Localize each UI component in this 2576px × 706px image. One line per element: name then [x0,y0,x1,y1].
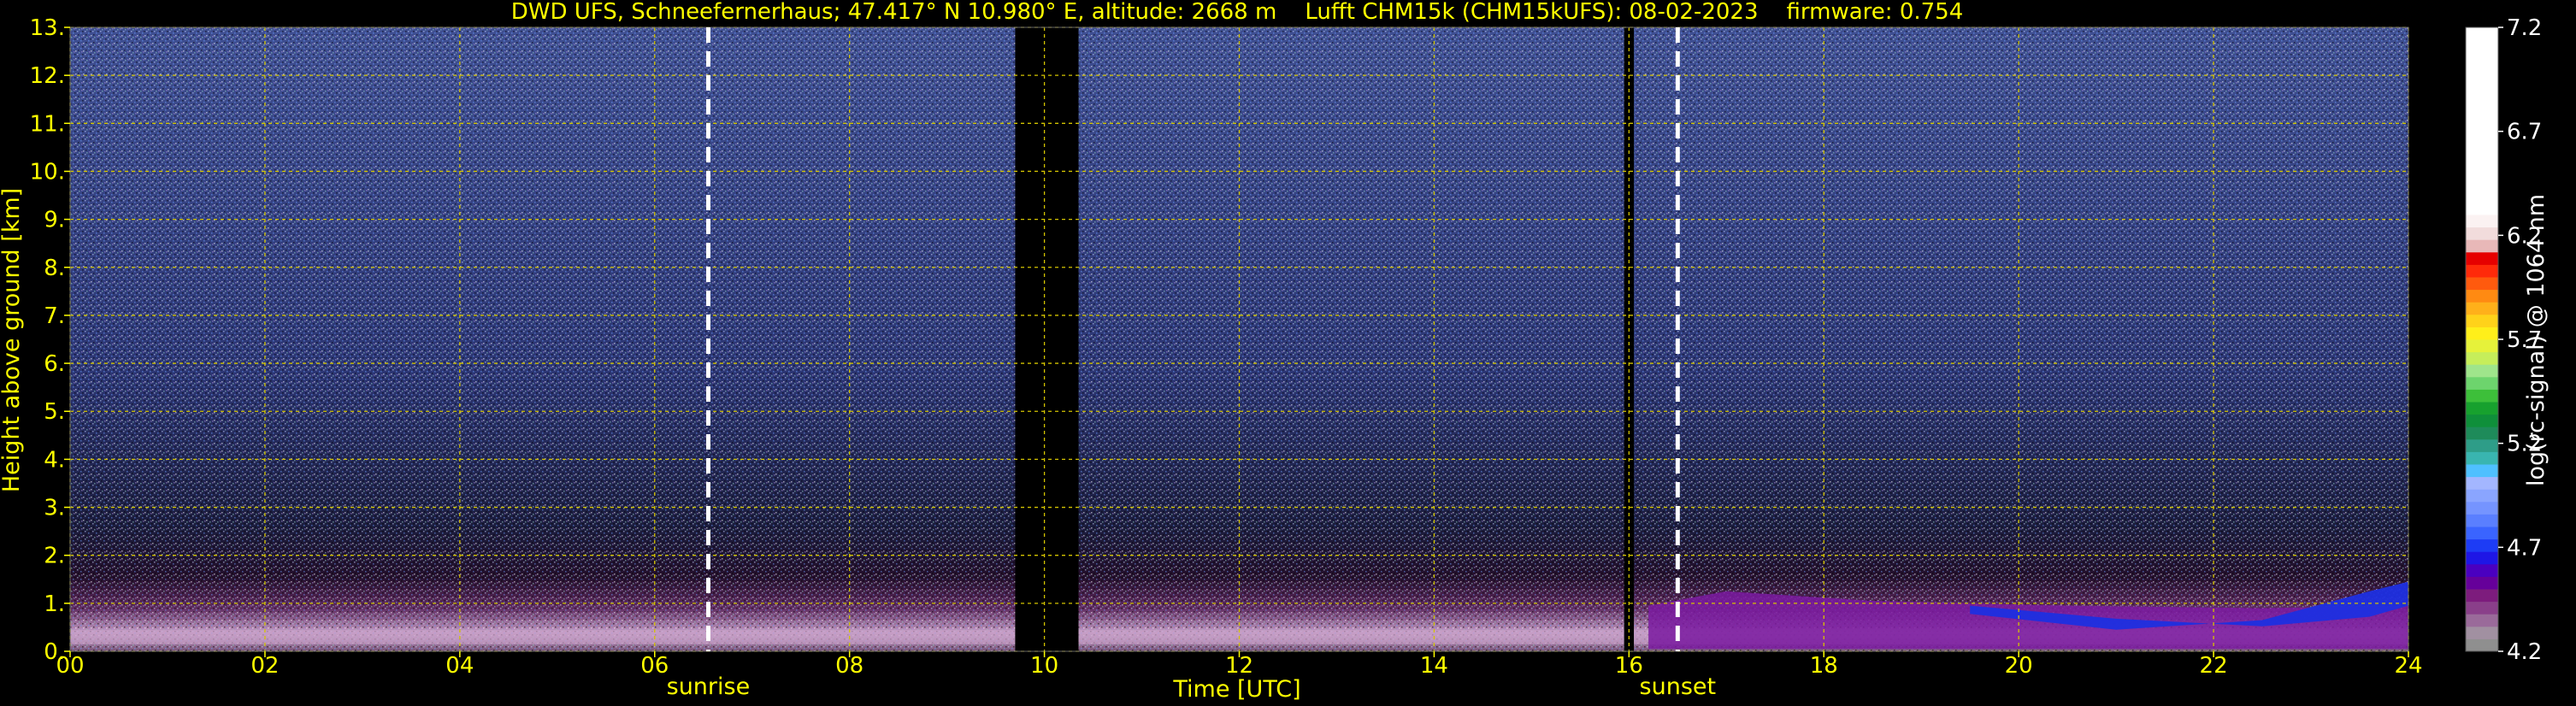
colorbar-segment [2466,551,2498,565]
x-tick-label: 10 [1030,653,1058,679]
colorbar-segment [2466,27,2498,215]
colorbar-segment [2466,638,2498,652]
colorbar-segment [2466,527,2498,540]
colorbar-segment [2466,227,2498,240]
x-tick-label: 06 [640,653,669,679]
y-tick-label: 10. [30,159,65,185]
missing-data-gap [1624,27,1635,651]
colorbar-segment [2466,327,2498,340]
plot-area: sunrise sunset [69,26,2409,700]
colorbar-segment [2466,427,2498,440]
y-tick-label: 7. [44,303,65,329]
y-tick-label: 11. [30,111,65,137]
colorbar [2465,26,2499,652]
colorbar-tick-label: 7.2 [2507,15,2542,41]
y-axis-ticks: 0. 1. 2. 3. 4. 5. 6. 7. 8. 9. 10. 11. 12. 13. [30,15,70,665]
x-tick-label: 24 [2394,653,2422,679]
sun-marker-label: sunset [1640,674,1717,700]
x-tick-label: 04 [445,653,474,679]
x-axis-label: Time [UTC] [1172,676,1300,703]
colorbar-segment [2466,376,2498,390]
y-tick-label: 0. [44,639,65,665]
colorbar-segment [2466,451,2498,465]
colorbar-segment [2466,626,2498,639]
colorbar-segment [2466,576,2498,590]
y-tick-label: 13. [30,15,65,41]
colorbar-tick-label: 4.7 [2507,535,2542,561]
colorbar-segment [2466,414,2498,427]
x-tick-label: 08 [835,653,864,679]
y-tick-label: 6. [44,351,65,377]
colorbar-segment [2466,264,2498,278]
colorbar-segment [2466,239,2498,253]
colorbar-segment [2466,514,2498,527]
colorbar-segment [2466,538,2498,552]
missing-data-gap [1015,27,1079,651]
x-tick-label: 22 [2200,653,2228,679]
colorbar-segment [2466,339,2498,353]
y-tick-label: 9. [44,208,65,233]
y-tick-label: 5. [44,399,65,425]
y-tick-label: 3. [44,496,65,521]
colorbar-segment [2466,402,2498,415]
signal-noise-texture [70,27,2408,651]
x-tick-label: 14 [1420,653,1448,679]
colorbar-segment [2466,389,2498,403]
colorbar-segment [2466,251,2498,265]
y-tick-label: 1. [44,591,65,617]
colorbar-segment [2466,464,2498,478]
colorbar-segment [2466,314,2498,327]
sun-marker-label: sunrise [667,674,751,700]
colorbar-segment [2466,215,2498,228]
colorbar-segment [2466,438,2498,452]
ceilometer-chart: sunrise sunset 00 02 04 06 08 10 12 14 16 18 20 22 24… [0,0,2549,703]
x-tick-label: 16 [1615,653,1643,679]
colorbar-segment [2466,289,2498,303]
x-tick-label: 20 [2005,653,2033,679]
colorbar-segment [2466,302,2498,315]
y-tick-label: 4. [44,447,65,473]
colorbar-segment [2466,277,2498,291]
y-tick-label: 12. [30,63,65,89]
x-axis-ticks: 00 02 04 06 08 10 12 14 16 18 20 22 24 [56,651,2423,679]
y-tick-label: 2. [44,544,65,569]
colorbar-segment [2466,563,2498,577]
colorbar-tick-label: 4.2 [2507,639,2542,665]
colorbar-segment [2466,476,2498,490]
colorbar-segment [2466,589,2498,603]
chart-title: DWD UFS, Schneefernerhaus; 47.417° N 10.… [511,0,1964,25]
y-tick-label: 8. [44,256,65,281]
x-tick-label: 12 [1225,653,1253,679]
colorbar-segment [2466,501,2498,515]
x-tick-label: 18 [1810,653,1838,679]
colorbar-segment [2466,351,2498,365]
colorbar-segment [2466,489,2498,503]
colorbar-segment [2466,601,2498,615]
colorbar-segment [2466,614,2498,627]
colorbar-segment [2466,364,2498,378]
y-axis-label: Height above ground [km] [0,188,25,492]
colorbar-label: log(rc-signal) @ 1064 nm [2523,194,2549,486]
x-tick-label: 02 [251,653,279,679]
colorbar-tick-label: 6.7 [2507,120,2542,145]
